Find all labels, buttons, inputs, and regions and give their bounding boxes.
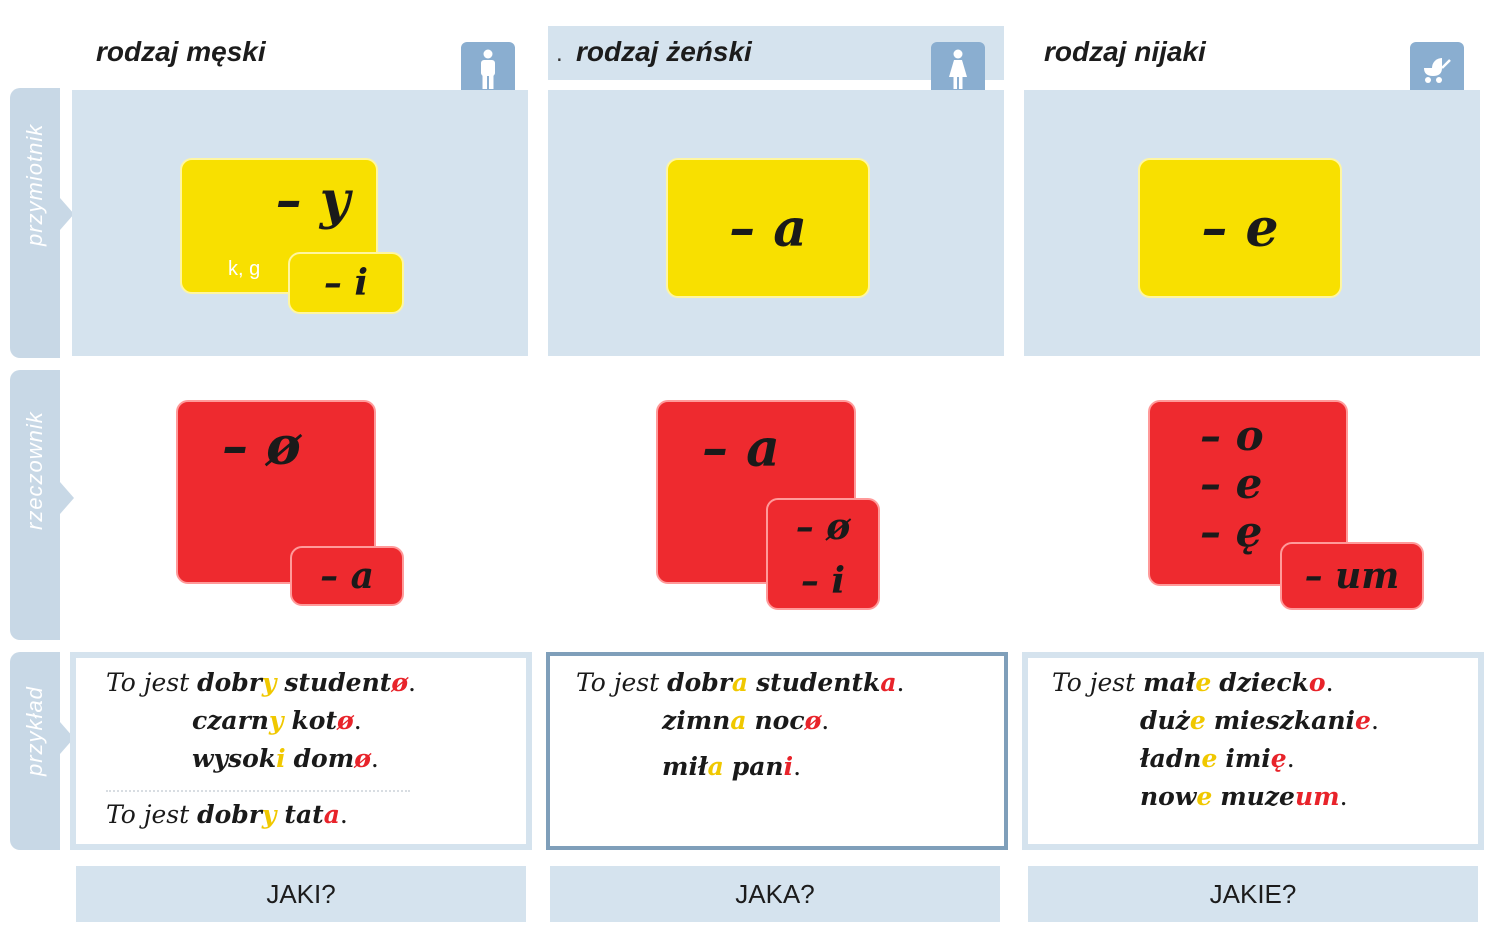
adjective-ending-neuter: – e (1138, 158, 1342, 298)
noun-alt-ending-masculine: – a (290, 546, 404, 606)
row-tab-example: przykład (10, 652, 74, 850)
row-label-adjective: przymiotnik (22, 123, 47, 246)
example-line-3: ładne imię. (1140, 744, 1295, 773)
question-neuter: JAKIE? (1028, 866, 1478, 922)
example-line-4: To jest dobry tata. (106, 800, 348, 829)
example-line-1: To jest dobra studentka. (576, 668, 905, 697)
noun-alt-ending-neuter: – um (1280, 542, 1424, 610)
divider (106, 790, 410, 792)
row-tab-adjective: przymiotnik (10, 88, 74, 358)
row-label-noun: rzeczownik (22, 411, 47, 530)
example-line-2: zimna nocø. (662, 706, 830, 735)
man-icon (461, 42, 515, 96)
adjective-alt-ending-masculine: – i (288, 252, 404, 314)
adjective-panel-masculine: – y k, g – i (72, 90, 528, 356)
example-panel-masculine: To jest dobry studentø. czarny kotø. wys… (70, 652, 532, 850)
question-feminine: JAKA? (550, 866, 1000, 922)
baby-carriage-icon (1410, 42, 1464, 96)
adjective-note-masculine: k, g (228, 258, 261, 280)
question-masculine: JAKI? (76, 866, 526, 922)
adjective-panel-neuter: – e (1024, 90, 1480, 356)
example-panel-feminine: To jest dobra studentka. zimna nocø. mił… (546, 652, 1008, 850)
noun-alt-endings-feminine: – ø – i (766, 498, 880, 610)
column-title-feminine: rodzaj żeński (576, 36, 752, 67)
example-line-4: nowe muzeum. (1140, 782, 1348, 811)
example-panel-neuter: To jest małe dziecko. duże mieszkanie. ł… (1022, 652, 1484, 850)
example-line-1: To jest małe dziecko. (1052, 668, 1334, 697)
example-line-3: miła pani. (662, 752, 802, 781)
adjective-panel-feminine: – a (548, 90, 1004, 356)
example-line-3: wysoki domø. (192, 744, 379, 773)
header-dot: . (556, 40, 563, 67)
column-title-neuter: rodzaj nijaki (1044, 36, 1206, 67)
adjective-ending-feminine: – a (666, 158, 870, 298)
example-line-2: duże mieszkanie. (1140, 706, 1379, 735)
example-line-2: czarny kotø. (192, 706, 362, 735)
row-tab-noun: rzeczownik (10, 370, 74, 640)
example-line-1: To jest dobry studentø. (106, 668, 416, 697)
row-label-example: przykład (22, 686, 47, 776)
woman-icon (931, 42, 985, 96)
column-title-masculine: rodzaj męski (96, 36, 266, 67)
